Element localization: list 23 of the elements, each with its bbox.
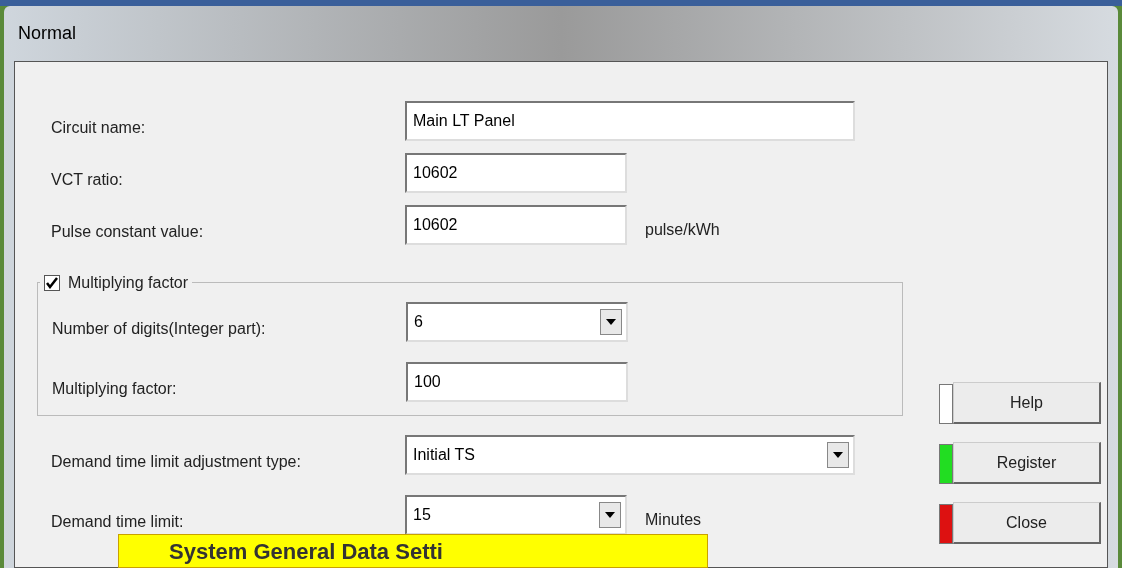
unit-label: Minutes: [645, 510, 702, 530]
caption-text: System General Data Setti: [169, 537, 443, 566]
check-icon: [46, 277, 58, 289]
field-label: VCT ratio:: [50, 170, 124, 190]
field-label: Demand time limit adjustment type:: [50, 452, 302, 472]
text-input[interactable]: 10602: [405, 205, 627, 245]
text-input[interactable]: Main LT Panel: [405, 101, 855, 141]
field-label: Demand time limit:: [50, 512, 185, 532]
field-label: Multiplying factor:: [51, 379, 178, 399]
dialog-button[interactable]: Close: [953, 502, 1101, 544]
dropdown[interactable]: 6: [406, 302, 628, 342]
dialog-button[interactable]: Help: [953, 382, 1101, 424]
unit-label: pulse/kWh: [645, 220, 720, 240]
text-input[interactable]: 10602: [405, 153, 627, 193]
dropdown[interactable]: 15: [405, 495, 627, 535]
text-input[interactable]: 100: [406, 362, 628, 402]
dialog-button[interactable]: Register: [953, 442, 1101, 484]
field-label: Circuit name:: [50, 118, 147, 138]
field-label: Pulse constant value:: [50, 222, 205, 242]
checkbox[interactable]: [44, 275, 60, 291]
dropdown[interactable]: Initial TS: [405, 435, 855, 475]
field-label: Number of digits(Integer part):: [51, 319, 267, 339]
window-title: Normal: [17, 22, 77, 45]
